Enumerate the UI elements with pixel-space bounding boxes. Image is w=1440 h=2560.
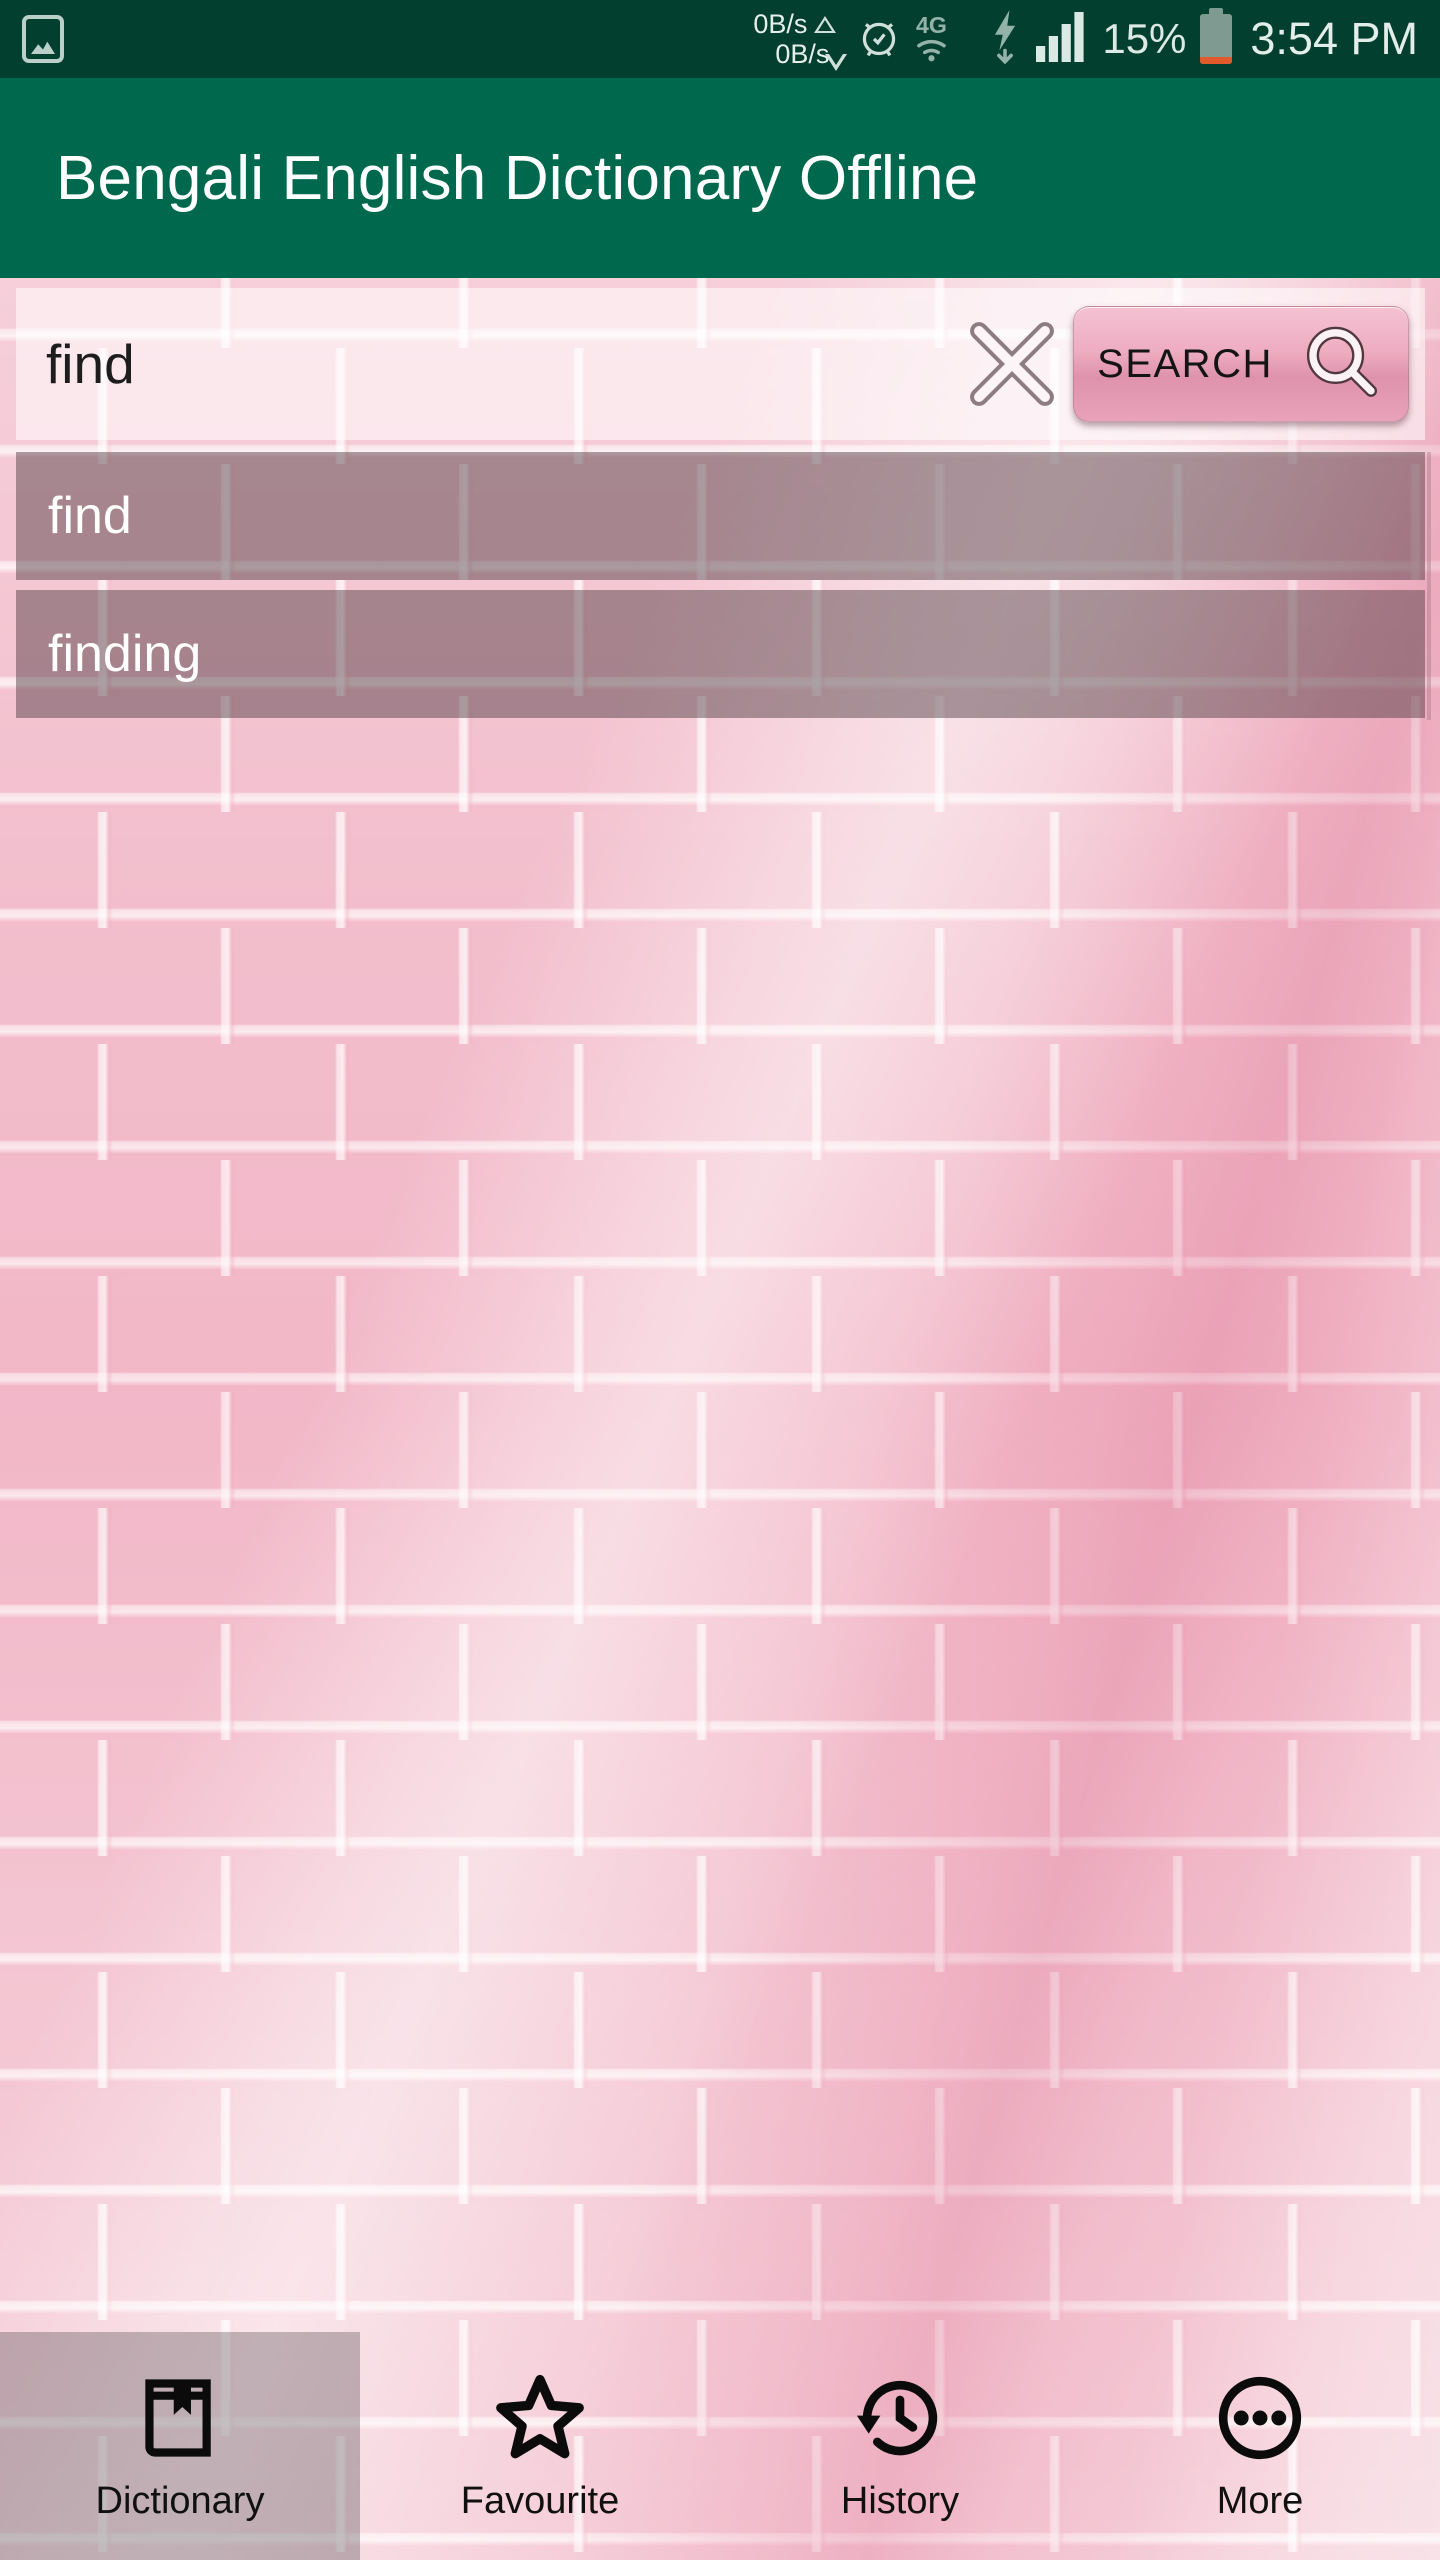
book-bookmark-icon (133, 2370, 227, 2466)
nav-item-dictionary[interactable]: Dictionary (0, 2332, 360, 2560)
search-bar: SEARCH (16, 288, 1425, 440)
more-dots-icon (1213, 2370, 1307, 2466)
history-clock-icon (853, 2370, 947, 2466)
network-speed-down: 0B/s (775, 39, 830, 69)
suggestions-scrollbar[interactable] (1427, 452, 1431, 720)
nav-item-label: Favourite (460, 2479, 620, 2522)
nav-item-favourite[interactable]: Favourite (360, 2332, 720, 2560)
status-bar-left (0, 15, 64, 63)
app-root: 0B/s 0B/s 4G 15% 3:54 PM Bengali English… (0, 0, 1440, 2560)
list-item[interactable]: find (16, 452, 1425, 580)
page-title: Bengali English Dictionary Offline (56, 143, 979, 213)
search-button[interactable]: SEARCH (1073, 306, 1409, 422)
magnifier-icon (1299, 321, 1385, 407)
suggestion-label: find (48, 487, 132, 545)
nav-item-label: Dictionary (95, 2479, 265, 2522)
status-bar-clock: 3:54 PM (1250, 13, 1418, 64)
nav-item-more[interactable]: More (1080, 2332, 1440, 2560)
nav-item-label: History (840, 2479, 960, 2522)
network-speed-up: 0B/s (753, 9, 808, 39)
status-bar: 0B/s 0B/s 4G 15% 3:54 PM (0, 0, 1440, 78)
battery-icon (1200, 8, 1233, 64)
bottom-navigation-bar: Dictionary Favourite History More (0, 2332, 1440, 2560)
nav-item-history[interactable]: History (720, 2332, 1080, 2560)
search-suggestions-list: find finding (16, 452, 1425, 728)
signal-bars-icon (1036, 11, 1088, 67)
upload-triangle-icon (814, 15, 837, 33)
list-item[interactable]: finding (16, 590, 1425, 718)
data-transfer-icon (988, 9, 1022, 69)
search-button-label: SEARCH (1097, 341, 1273, 386)
close-icon[interactable] (957, 309, 1067, 419)
battery-percent-label: 15% (1102, 15, 1187, 62)
nav-item-label: More (1216, 2479, 1304, 2522)
search-input[interactable] (16, 332, 957, 396)
network-speed-indicator: 0B/s 0B/s (753, 9, 848, 71)
status-bar-right: 0B/s 0B/s 4G 15% 3:54 PM (753, 8, 1440, 71)
image-icon (22, 15, 64, 63)
suggestion-label: finding (48, 625, 202, 683)
app-title-bar: Bengali English Dictionary Offline (0, 78, 1440, 278)
alarm-clock-icon (856, 13, 902, 66)
network-type-wifi-icon: 4G (916, 11, 974, 68)
svg-text:4G: 4G (916, 12, 947, 38)
star-icon (493, 2370, 587, 2466)
